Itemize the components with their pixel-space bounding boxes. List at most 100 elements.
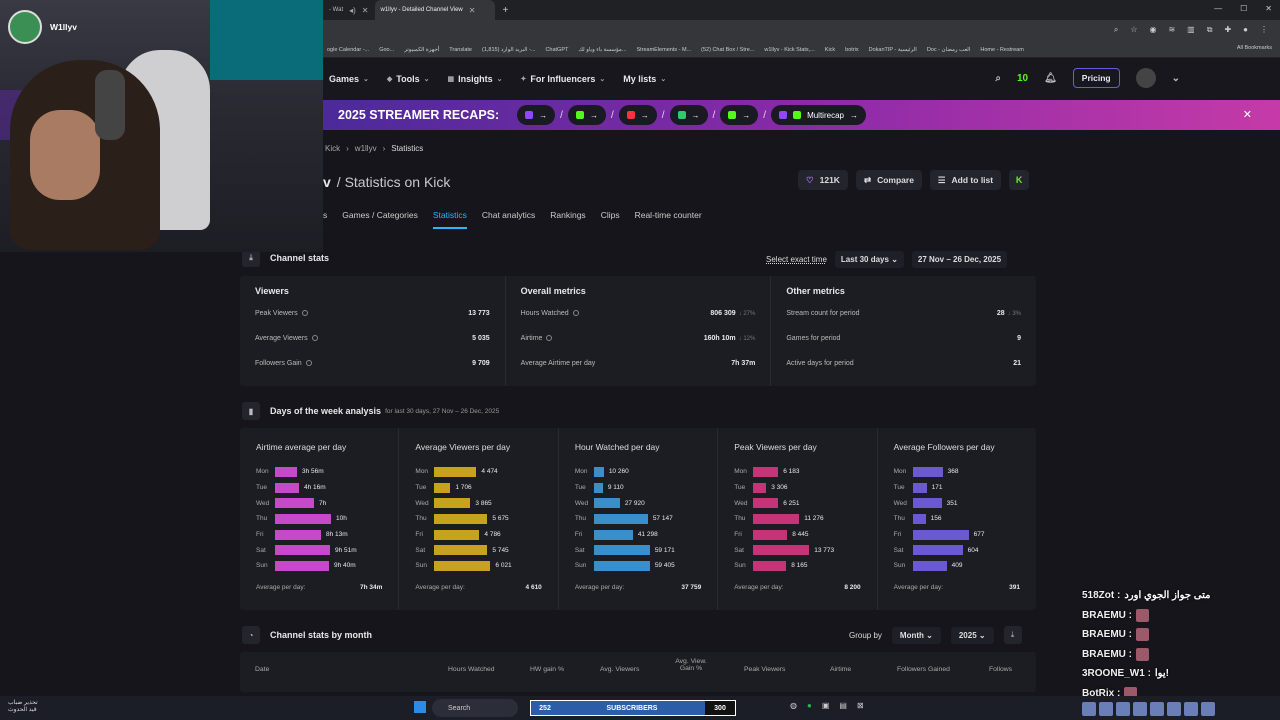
taskbar-search[interactable]: Search xyxy=(432,699,518,717)
chart-icon: ▮ xyxy=(242,402,260,420)
compare-button[interactable]: ⇄ Compare xyxy=(855,170,922,190)
recap-pill-youtube[interactable]: → xyxy=(618,105,657,125)
search-icon[interactable]: ⌕ xyxy=(995,73,1001,84)
new-tab-icon[interactable]: + xyxy=(495,5,517,16)
bookmark-item[interactable]: Home - Restream xyxy=(980,47,1023,53)
spotify-icon[interactable]: ● xyxy=(807,701,812,710)
tab-rankings[interactable]: Rankings xyxy=(550,210,585,229)
range-dropdown[interactable]: Last 30 days ⌄ xyxy=(834,251,904,268)
nav-my-lists[interactable]: My lists ⌄ xyxy=(623,74,666,84)
date-range[interactable]: 27 Nov – 26 Dec, 2025 xyxy=(911,251,1008,268)
month-dropdown[interactable]: Month ⌄ xyxy=(891,626,941,644)
col-airtime[interactable]: Airtime xyxy=(830,666,851,673)
app-icon[interactable]: ◍ xyxy=(790,701,797,710)
bookmark-item[interactable]: أجهزة الكمبيوتر xyxy=(404,47,439,53)
select-exact-time[interactable]: Select exact time xyxy=(766,255,827,264)
bookmark-item[interactable]: botrix xyxy=(845,47,858,53)
tab-statistics[interactable]: Statistics xyxy=(432,210,467,229)
zoom-icon[interactable]: ⌕ xyxy=(1114,25,1118,35)
bookmark-item[interactable]: Translate xyxy=(449,47,472,53)
weather-widget[interactable]: تحذير ضباب قيد الحدوث xyxy=(8,700,38,714)
extension-icon[interactable]: ≋ xyxy=(1168,25,1175,35)
extension-icon[interactable]: ◉ xyxy=(1149,25,1156,35)
info-icon[interactable] xyxy=(546,335,553,342)
col-follows[interactable]: Follows xyxy=(989,666,1012,673)
notification-badge[interactable]: 10 xyxy=(1017,73,1028,84)
bookmark-item[interactable]: Doc - العب رمضان xyxy=(927,47,971,53)
like-button[interactable]: ♡ 121K xyxy=(798,170,848,190)
col-peak-viewers[interactable]: Peak Viewers xyxy=(744,666,785,673)
nav-games[interactable]: Games ⌄ xyxy=(329,74,369,84)
pricing-button[interactable]: Pricing xyxy=(1072,68,1120,88)
menu-icon[interactable]: ⋮ xyxy=(1260,25,1268,35)
avatar xyxy=(8,10,42,44)
all-bookmarks[interactable]: All Bookmarks xyxy=(1237,45,1272,51)
col-avg-view-gain[interactable]: Avg. View. Gain % xyxy=(670,658,712,672)
extension-icon[interactable]: ▥ xyxy=(1187,25,1195,35)
col-hw-gain[interactable]: HW gain % xyxy=(530,666,564,673)
recap-pill-multi[interactable]: Multirecap → xyxy=(771,105,866,125)
year-dropdown[interactable]: 2025 ⌄ xyxy=(950,626,994,644)
extension-icon[interactable]: ⧉ xyxy=(1207,25,1213,35)
col-followers-gained[interactable]: Followers Gained xyxy=(897,666,950,673)
bookmark-item[interactable]: (1,815) البريد الوارد -... xyxy=(482,47,535,53)
crumb-link[interactable]: Kick xyxy=(325,144,340,153)
profile-icon[interactable]: ● xyxy=(1243,25,1248,35)
nav-influencers[interactable]: ✦ For Influencers ⌄ xyxy=(521,74,606,84)
info-icon[interactable] xyxy=(311,335,318,342)
recap-pill-twitch[interactable]: → xyxy=(517,105,556,125)
bookmark-item[interactable]: DokanTIP - الرئيسية xyxy=(869,47,917,53)
chat-username: 3ROONE_W1 : xyxy=(1082,668,1151,680)
app-icon[interactable]: ⊠ xyxy=(857,701,864,710)
address-bar[interactable]: ⌕ ☆ ◉ ≋ ▥ ⧉ ✚ ● ⋮ xyxy=(323,20,1280,42)
star-icon[interactable]: ☆ xyxy=(1130,25,1137,35)
tab-realtime[interactable]: Real-time counter xyxy=(635,210,702,229)
info-icon[interactable] xyxy=(305,360,312,367)
bookmark-item[interactable]: Kick xyxy=(825,47,835,53)
minimize-icon[interactable]: — xyxy=(1214,4,1222,13)
nav-insights[interactable]: ▦ Insights ⌄ xyxy=(448,74,503,84)
close-icon[interactable]: ✕ xyxy=(1243,108,1252,121)
crumb-link[interactable]: w1llyv xyxy=(355,144,377,153)
download-icon[interactable]: ⤓ xyxy=(1003,626,1022,644)
close-icon[interactable]: ✕ xyxy=(469,6,476,15)
bookmark-item[interactable]: Goo... xyxy=(379,47,394,53)
kick-link-button[interactable]: K xyxy=(1009,170,1030,190)
bar-value: 409 xyxy=(951,562,963,570)
tab-streams[interactable]: s xyxy=(323,210,327,229)
tab-clips[interactable]: Clips xyxy=(601,210,620,229)
nav-tools[interactable]: ◆ Tools ⌄ xyxy=(387,74,430,84)
add-to-list-button[interactable]: ☰ Add to list xyxy=(929,170,1002,190)
info-icon[interactable] xyxy=(301,310,308,317)
bookmark-item[interactable]: مؤسسة باء وياو لك... xyxy=(578,47,626,53)
stat-value: 9 xyxy=(1017,335,1021,342)
avatar[interactable] xyxy=(1135,68,1156,88)
col-avg-viewers[interactable]: Avg. Viewers xyxy=(600,666,639,673)
tab-chat-analytics[interactable]: Chat analytics xyxy=(482,210,535,229)
bookmark-item[interactable]: w1llyv - Kick Stats,... xyxy=(764,47,814,53)
app-icon[interactable]: ▤ xyxy=(839,701,847,710)
puzzle-icon[interactable]: ✚ xyxy=(1224,25,1231,35)
windows-icon[interactable] xyxy=(414,701,426,713)
bookmark-item[interactable]: StreamElements - M... xyxy=(636,47,691,53)
recap-pill-platform[interactable]: → xyxy=(669,105,708,125)
app-icon[interactable]: ▣ xyxy=(822,701,830,710)
recap-pill-kick[interactable]: → xyxy=(567,105,606,125)
recap-pill-rumble[interactable]: → xyxy=(720,105,759,125)
close-window-icon[interactable]: ✕ xyxy=(1265,4,1272,13)
bookmark-item[interactable]: ChatGPT xyxy=(545,47,568,53)
close-icon[interactable]: ✕ xyxy=(362,6,369,15)
browser-tab[interactable]: - Wat ◂) ✕ xyxy=(323,0,375,20)
col-date[interactable]: Date xyxy=(255,666,269,673)
browser-tab-active[interactable]: w1llyv - Detailed Channel View ✕ xyxy=(374,0,495,20)
bell-icon[interactable]: 🔔︎ xyxy=(1044,73,1057,84)
bookmark-item[interactable]: ogle Calendar -... xyxy=(327,47,369,53)
bar-value: 10h xyxy=(336,515,347,523)
bookmark-item[interactable]: (52) Chat Box / Stre... xyxy=(701,47,754,53)
info-icon[interactable] xyxy=(572,310,579,317)
col-hours-watched[interactable]: Hours Watched xyxy=(448,666,495,673)
chevron-down-icon[interactable]: ⌄ xyxy=(1172,73,1180,84)
compare-label: Compare xyxy=(877,175,914,185)
tab-games[interactable]: Games / Categories xyxy=(342,210,418,229)
maximize-icon[interactable]: ☐ xyxy=(1240,4,1247,13)
